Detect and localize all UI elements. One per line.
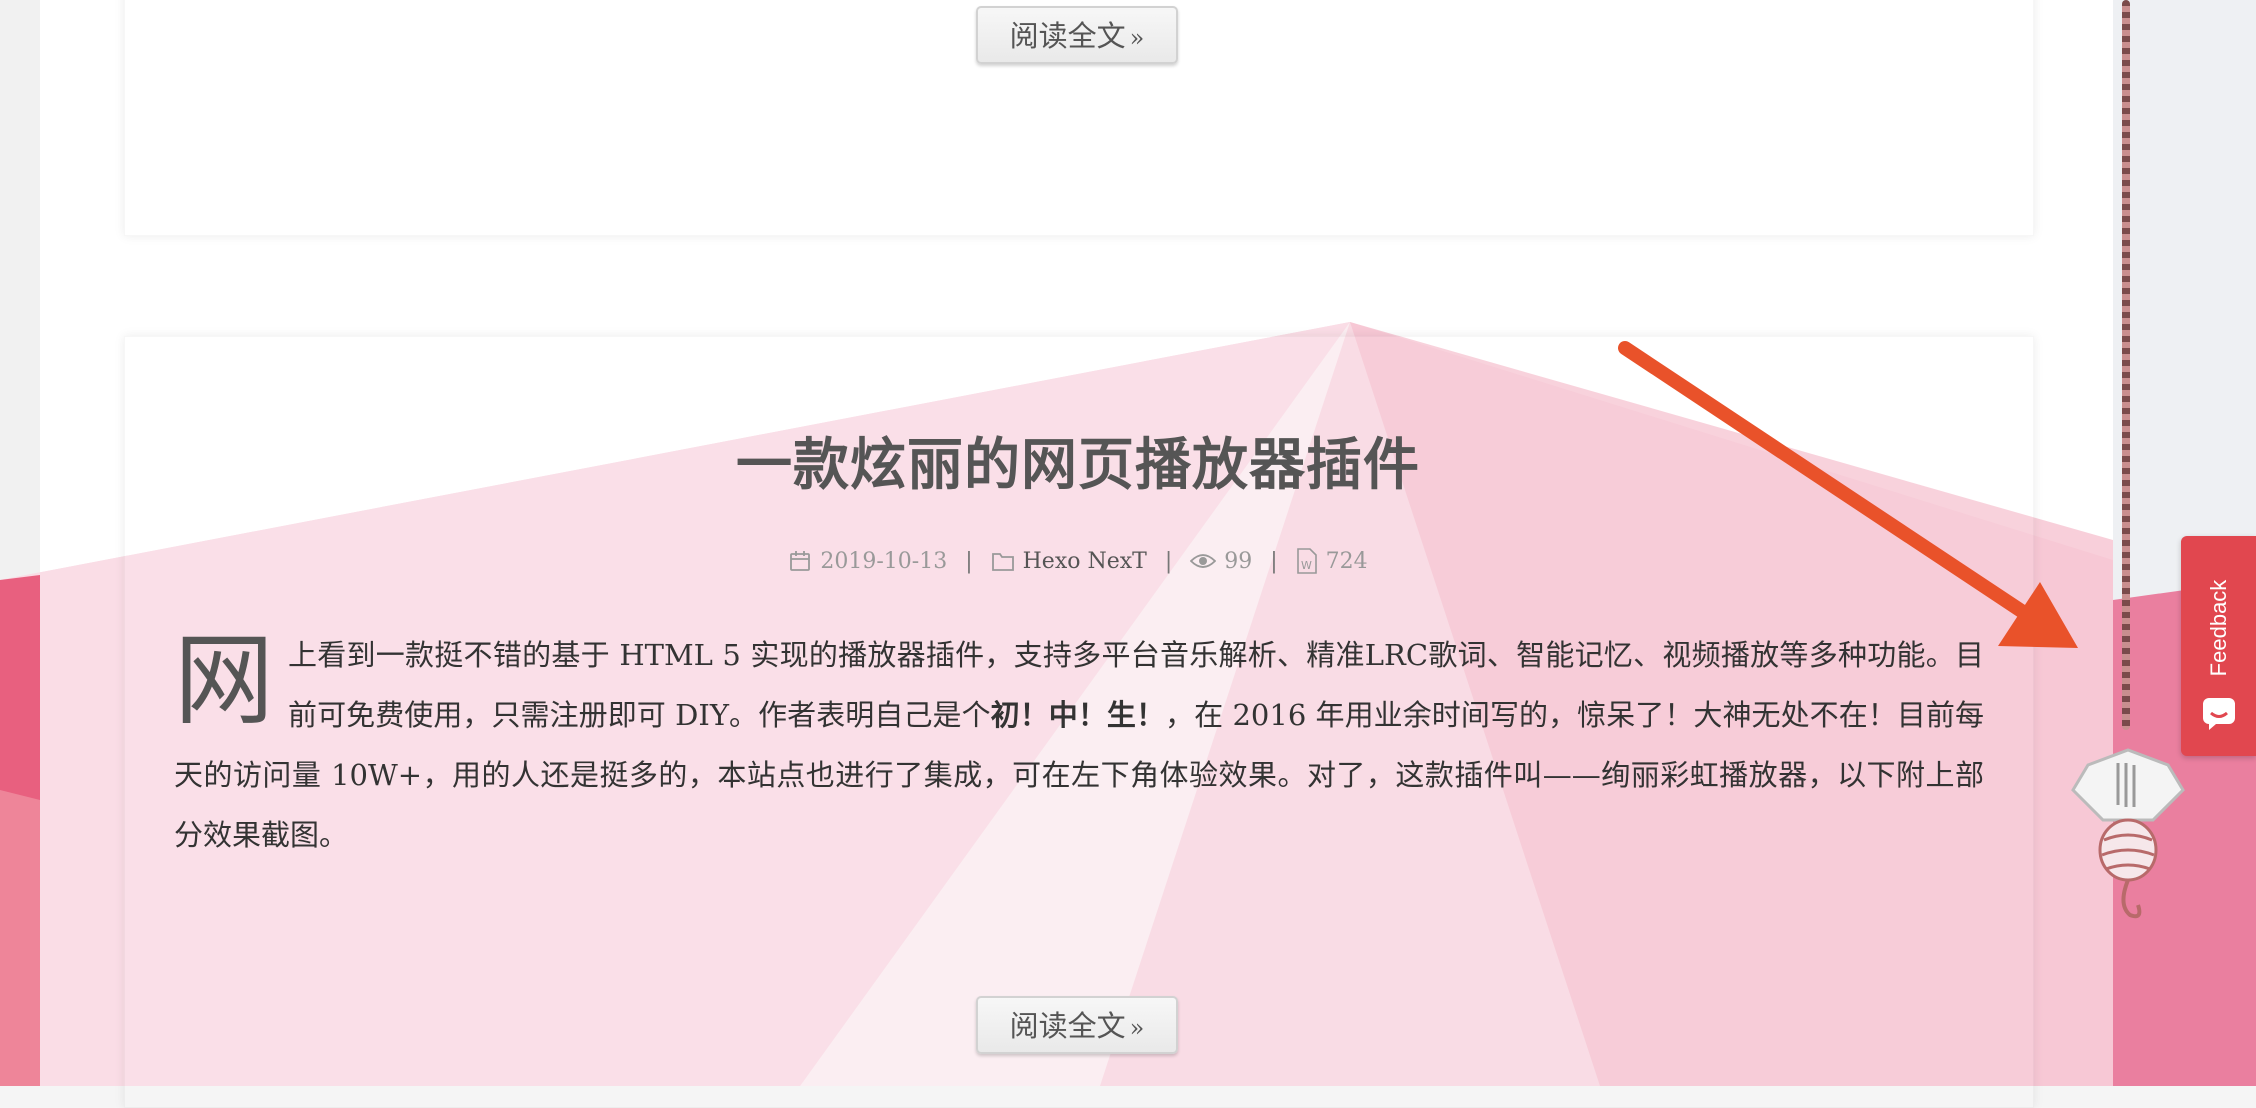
read-more-button[interactable]: 阅读全文» (976, 6, 1178, 64)
feedback-button[interactable]: Feedback (2181, 536, 2256, 756)
post-meta: 2019-10-13 | Hexo NexT | 99 | W 724 (124, 548, 2032, 574)
post-wordcount: W 724 (1296, 548, 1368, 574)
post-date-text: 2019-10-13 (820, 548, 948, 574)
read-more-button[interactable]: 阅读全文» (976, 996, 1178, 1054)
post-date: 2019-10-13 (788, 549, 947, 574)
chevron-right-icon: » (1129, 1014, 1145, 1042)
post-wordcount-value: 724 (1325, 548, 1368, 574)
post-title[interactable]: 一款炫丽的网页播放器插件 (124, 420, 2032, 501)
back-to-top-rope[interactable] (2122, 0, 2130, 730)
meta-separator: | (965, 548, 973, 574)
svg-text:W: W (1301, 559, 1312, 572)
meta-separator: | (1164, 548, 1173, 574)
dropcap-letter: 网 (174, 622, 274, 739)
meta-separator: | (1270, 548, 1278, 574)
chevron-right-icon: » (1129, 24, 1145, 52)
post-views-count: 99 (1224, 548, 1253, 574)
feedback-chat-icon (2203, 698, 2235, 730)
read-more-label: 阅读全文 (1009, 1009, 1126, 1043)
read-more-label: 阅读全文 (1009, 19, 1126, 53)
excerpt-bold: 初！中！生！ (990, 698, 1166, 732)
feedback-label: Feedback (2205, 579, 2231, 677)
post-excerpt: 网上看到一款挺不错的基于 HTML 5 实现的播放器插件，支持多平台音乐解析、精… (174, 625, 1984, 865)
word-count-icon: W (1296, 548, 1317, 574)
eye-icon (1190, 554, 1217, 568)
post-category[interactable]: Hexo NexT (991, 549, 1147, 574)
post-views: 99 (1190, 549, 1252, 574)
post-category-link[interactable]: Hexo NexT (1023, 549, 1147, 574)
calendar-icon (790, 551, 811, 571)
folder-icon (991, 553, 1014, 571)
hanging-cat-back-to-top-icon[interactable] (2058, 745, 2198, 945)
